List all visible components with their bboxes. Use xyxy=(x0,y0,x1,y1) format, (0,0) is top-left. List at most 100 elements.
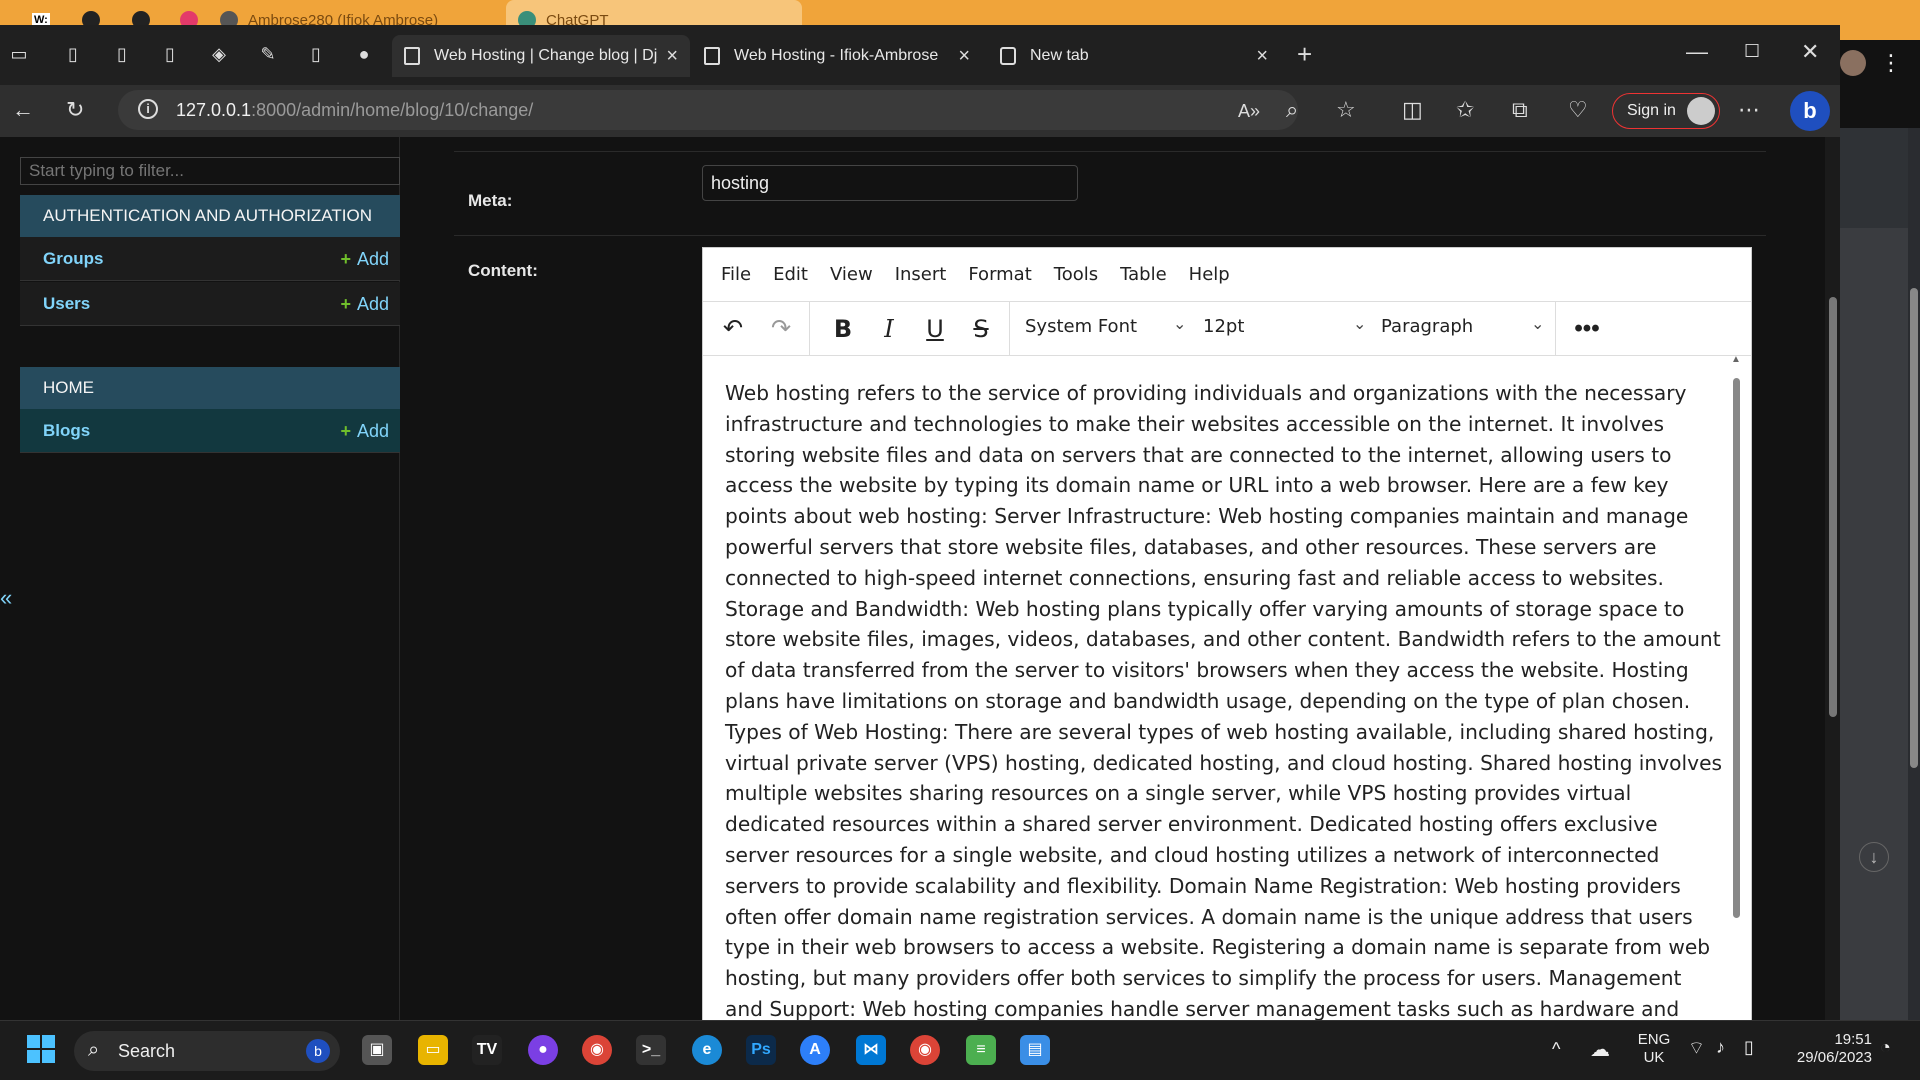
tab-web-hosting[interactable]: Web Hosting - Ifiok-Ambrose × xyxy=(692,35,982,77)
scroll-thumb[interactable] xyxy=(1910,288,1918,768)
onedrive-cloud-icon[interactable]: ☁ xyxy=(1590,1037,1610,1062)
pinned-edit-icon[interactable]: ✎ xyxy=(257,43,279,65)
add-users-link[interactable]: + Add xyxy=(340,294,389,315)
model-link-groups[interactable]: Groups xyxy=(43,249,103,269)
tab-actions-icon[interactable]: ▭ xyxy=(8,43,30,65)
add-blogs-link[interactable]: + Add xyxy=(340,421,389,442)
github-icon[interactable]: ● xyxy=(353,43,375,65)
favorite-star-icon[interactable]: ☆ xyxy=(1336,97,1356,123)
font-size-select[interactable]: 12pt ⌄ xyxy=(1203,314,1366,337)
model-link-blogs[interactable]: Blogs xyxy=(43,421,90,441)
back-arrow-icon[interactable]: ← xyxy=(12,97,34,123)
refresh-icon[interactable]: ↻ xyxy=(66,97,84,123)
menu-file[interactable]: File xyxy=(721,264,751,285)
pinned-page-icon[interactable]: ▯ xyxy=(159,43,181,65)
app-store-icon[interactable]: A xyxy=(800,1035,830,1065)
meta-input[interactable] xyxy=(702,165,1078,201)
undo-icon[interactable]: ↶ xyxy=(717,314,749,344)
scroll-up-icon[interactable]: ▲ xyxy=(1731,354,1741,365)
clock[interactable]: 19:51 29/06/2023 xyxy=(1776,1031,1872,1067)
file-explorer-icon[interactable]: ▭ xyxy=(418,1035,448,1065)
block-format-select[interactable]: Paragraph ⌄ xyxy=(1381,314,1551,337)
underline-icon[interactable]: U xyxy=(919,314,951,344)
page-scrollbar[interactable] xyxy=(1825,137,1840,1045)
url-text[interactable]: 127.0.0.1:8000/admin/home/blog/10/change… xyxy=(176,100,533,121)
address-bar[interactable]: i 127.0.0.1:8000/admin/home/blog/10/chan… xyxy=(118,90,1356,130)
menu-help[interactable]: Help xyxy=(1189,264,1230,285)
sidebar-item-groups[interactable]: Groups + Add xyxy=(20,237,400,281)
pinned-page-icon[interactable]: ▯ xyxy=(62,43,84,65)
volume-icon[interactable]: ♪ xyxy=(1716,1037,1725,1058)
model-link-users[interactable]: Users xyxy=(43,294,90,314)
menu-tools[interactable]: Tools xyxy=(1054,264,1098,285)
chrome-icon[interactable]: ◉ xyxy=(582,1035,612,1065)
editor-content[interactable]: Web hosting refers to the service of pro… xyxy=(725,378,1725,1045)
menu-view[interactable]: View xyxy=(830,264,873,285)
site-info-icon[interactable]: i xyxy=(138,99,158,119)
sign-in-button[interactable]: Sign in xyxy=(1612,93,1720,129)
pinned-page-icon[interactable]: ▯ xyxy=(305,43,327,65)
more-menu-icon[interactable]: ⋯ xyxy=(1738,97,1760,123)
more-toolbar-icon[interactable]: ••• xyxy=(1571,314,1603,344)
task-view-icon[interactable]: ▣ xyxy=(362,1035,392,1065)
editor-scroll-thumb[interactable] xyxy=(1733,378,1740,918)
github-desktop-icon[interactable]: ● xyxy=(528,1035,558,1065)
show-hidden-icons-chevron-icon[interactable]: ^ xyxy=(1552,1039,1560,1060)
favorites-icon[interactable]: ✩ xyxy=(1456,97,1474,123)
close-window-icon[interactable]: ✕ xyxy=(1801,39,1819,65)
editor-scrollbar[interactable]: ▲ ▼ xyxy=(1731,354,1741,1040)
tab-change-blog[interactable]: Web Hosting | Change blog | Dja × xyxy=(392,35,690,77)
windows-start-icon[interactable] xyxy=(26,1035,56,1065)
read-aloud-icon[interactable]: A» xyxy=(1238,98,1260,124)
redo-icon[interactable]: ↷ xyxy=(765,314,797,344)
bold-icon[interactable]: B xyxy=(827,314,859,344)
more-menu-icon[interactable]: ⋮ xyxy=(1880,50,1902,76)
edge-icon[interactable]: e xyxy=(692,1035,722,1065)
profile-avatar-icon[interactable] xyxy=(1840,50,1866,76)
page-scroll-thumb[interactable] xyxy=(1829,297,1837,717)
menu-edit[interactable]: Edit xyxy=(773,264,808,285)
photoshop-icon[interactable]: Ps xyxy=(746,1035,776,1065)
sidebar-item-blogs[interactable]: Blogs + Add xyxy=(20,409,400,453)
pinned-app-icon[interactable]: ◈ xyxy=(208,43,230,65)
bluestacks-icon[interactable]: ≡ xyxy=(966,1035,996,1065)
sidebar-item-users[interactable]: Users + Add xyxy=(20,282,400,326)
browser-essentials-icon[interactable]: ♡ xyxy=(1568,97,1588,123)
chrome-profile-icon[interactable]: ◉ xyxy=(910,1035,940,1065)
notifications-icon[interactable]: ◔ xyxy=(1880,1037,1891,1058)
scroll-down-arrow-icon[interactable]: ↓ xyxy=(1859,842,1889,872)
wifi-icon[interactable]: ⌔ xyxy=(1688,1037,1705,1060)
font-family-select[interactable]: System Font ⌄ xyxy=(1025,314,1186,337)
pinned-page-icon[interactable]: ▯ xyxy=(111,43,133,65)
new-tab-button[interactable]: + xyxy=(1297,41,1312,67)
close-tab-icon[interactable]: × xyxy=(958,45,970,68)
terminal-icon[interactable]: >_ xyxy=(636,1035,666,1065)
language-indicator[interactable]: ENG UK xyxy=(1634,1031,1674,1067)
menu-insert[interactable]: Insert xyxy=(895,264,947,285)
tab-new-tab[interactable]: New tab × xyxy=(988,35,1280,77)
zoom-icon[interactable]: ⌕ xyxy=(1286,97,1298,123)
tradingview-icon[interactable]: TV xyxy=(472,1035,502,1065)
background-scrollbar[interactable] xyxy=(1908,128,1920,1020)
collections-icon[interactable]: ⧉ xyxy=(1512,97,1528,123)
strikethrough-icon[interactable]: S xyxy=(965,314,997,344)
notepad-icon[interactable]: ▤ xyxy=(1020,1035,1050,1065)
battery-icon[interactable]: ▯ xyxy=(1744,1037,1754,1058)
toggle-sidebar-button[interactable]: « xyxy=(0,585,12,611)
section-home-header[interactable]: HOME xyxy=(20,367,400,409)
italic-icon[interactable]: I xyxy=(873,314,905,344)
rich-text-editor[interactable]: File Edit View Insert Format Tools Table… xyxy=(702,247,1752,1045)
vscode-icon[interactable]: ⋈ xyxy=(856,1035,886,1065)
close-tab-icon[interactable]: × xyxy=(666,45,678,68)
section-auth-header[interactable]: AUTHENTICATION AND AUTHORIZATION xyxy=(20,195,400,237)
taskbar-search-box[interactable]: ⌕ Search b xyxy=(74,1031,340,1071)
bing-copilot-icon[interactable]: b xyxy=(1790,91,1830,131)
split-screen-icon[interactable]: ◫ xyxy=(1402,97,1423,123)
sidebar-filter-input[interactable] xyxy=(20,157,400,185)
close-tab-icon[interactable]: × xyxy=(1256,45,1268,68)
menu-format[interactable]: Format xyxy=(968,264,1031,285)
minimize-icon[interactable]: — xyxy=(1686,39,1708,65)
add-groups-link[interactable]: + Add xyxy=(340,249,389,270)
maximize-icon[interactable]: ☐ xyxy=(1744,41,1760,62)
menu-table[interactable]: Table xyxy=(1120,264,1167,285)
